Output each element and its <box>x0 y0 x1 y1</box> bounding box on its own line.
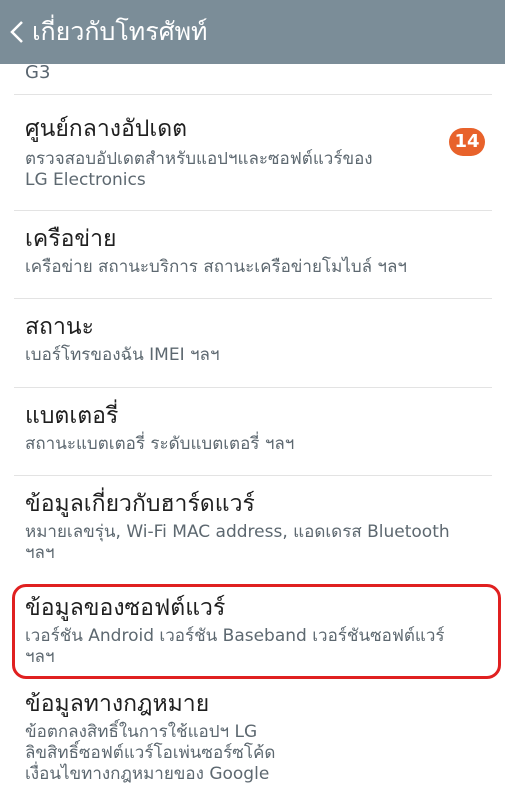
back-arrow-icon[interactable] <box>2 12 32 52</box>
item-title: ข้อมูลเกี่ยวกับฮาร์ดแวร์ <box>25 491 255 517</box>
item-subtitle-line3: เงื่อนไขทางกฎหมายของ Google <box>25 764 270 784</box>
item-subtitle: เครือข่าย สถานะบริการ สถานะเครือข่ายโมไบ… <box>25 257 407 277</box>
item-subtitle: ตรวจสอบอัปเดตสำหรับแอปฯและซอฟต์แวร์ของ <box>25 149 373 169</box>
item-subtitle-line2: ลิขสิทธิ์ซอฟต์แวร์โอเพ่นซอร์ซโค้ด <box>25 743 276 763</box>
update-count-badge: 14 <box>449 128 485 156</box>
item-subtitle: ข้อตกลงสิทธิ์ในการใช้แอปฯ LG <box>25 722 258 742</box>
item-title: แบตเตอรี่ <box>25 403 119 429</box>
list-item-battery[interactable]: แบตเตอรี่ สถานะแบตเตอรี่ ระดับแบตเตอรี่ … <box>0 388 505 476</box>
item-subtitle-line2: LG Electronics <box>25 170 146 190</box>
list-item-model-partial: G3 <box>25 62 51 83</box>
item-subtitle: สถานะแบตเตอรี่ ระดับแบตเตอรี่ ฯลฯ <box>25 434 295 454</box>
item-subtitle: หมายเลขรุ่น, Wi-Fi MAC address, แอดเดรส … <box>25 522 450 542</box>
item-title: เครือข่าย <box>25 226 117 252</box>
list-item-legal-info[interactable]: ข้อมูลทางกฎหมาย ข้อตกลงสิทธิ์ในการใช้แอป… <box>0 680 505 802</box>
item-title: ข้อมูลทางกฎหมาย <box>25 691 210 717</box>
list-item-network[interactable]: เครือข่าย เครือข่าย สถานะบริการ สถานะเคร… <box>0 211 505 299</box>
item-title: สถานะ <box>25 314 94 340</box>
list-item-update-center[interactable]: ศูนย์กลางอัปเดต ตรวจสอบอัปเดตสำหรับแอปฯแ… <box>0 95 505 211</box>
item-title: ศูนย์กลางอัปเดต <box>25 116 188 142</box>
app-bar: เกี่ยวกับโทรศัพท์ <box>0 0 505 64</box>
item-subtitle-line2: ฯลฯ <box>25 543 55 563</box>
list-item-hardware-info[interactable]: ข้อมูลเกี่ยวกับฮาร์ดแวร์ หมายเลขรุ่น, Wi… <box>0 476 505 584</box>
highlight-outline <box>12 584 501 679</box>
list-item-status[interactable]: สถานะ เบอร์โทรของฉัน IMEI ฯลฯ <box>0 299 505 387</box>
item-subtitle: เบอร์โทรของฉัน IMEI ฯลฯ <box>25 345 220 365</box>
page-title[interactable]: เกี่ยวกับโทรศัพท์ <box>32 17 208 47</box>
